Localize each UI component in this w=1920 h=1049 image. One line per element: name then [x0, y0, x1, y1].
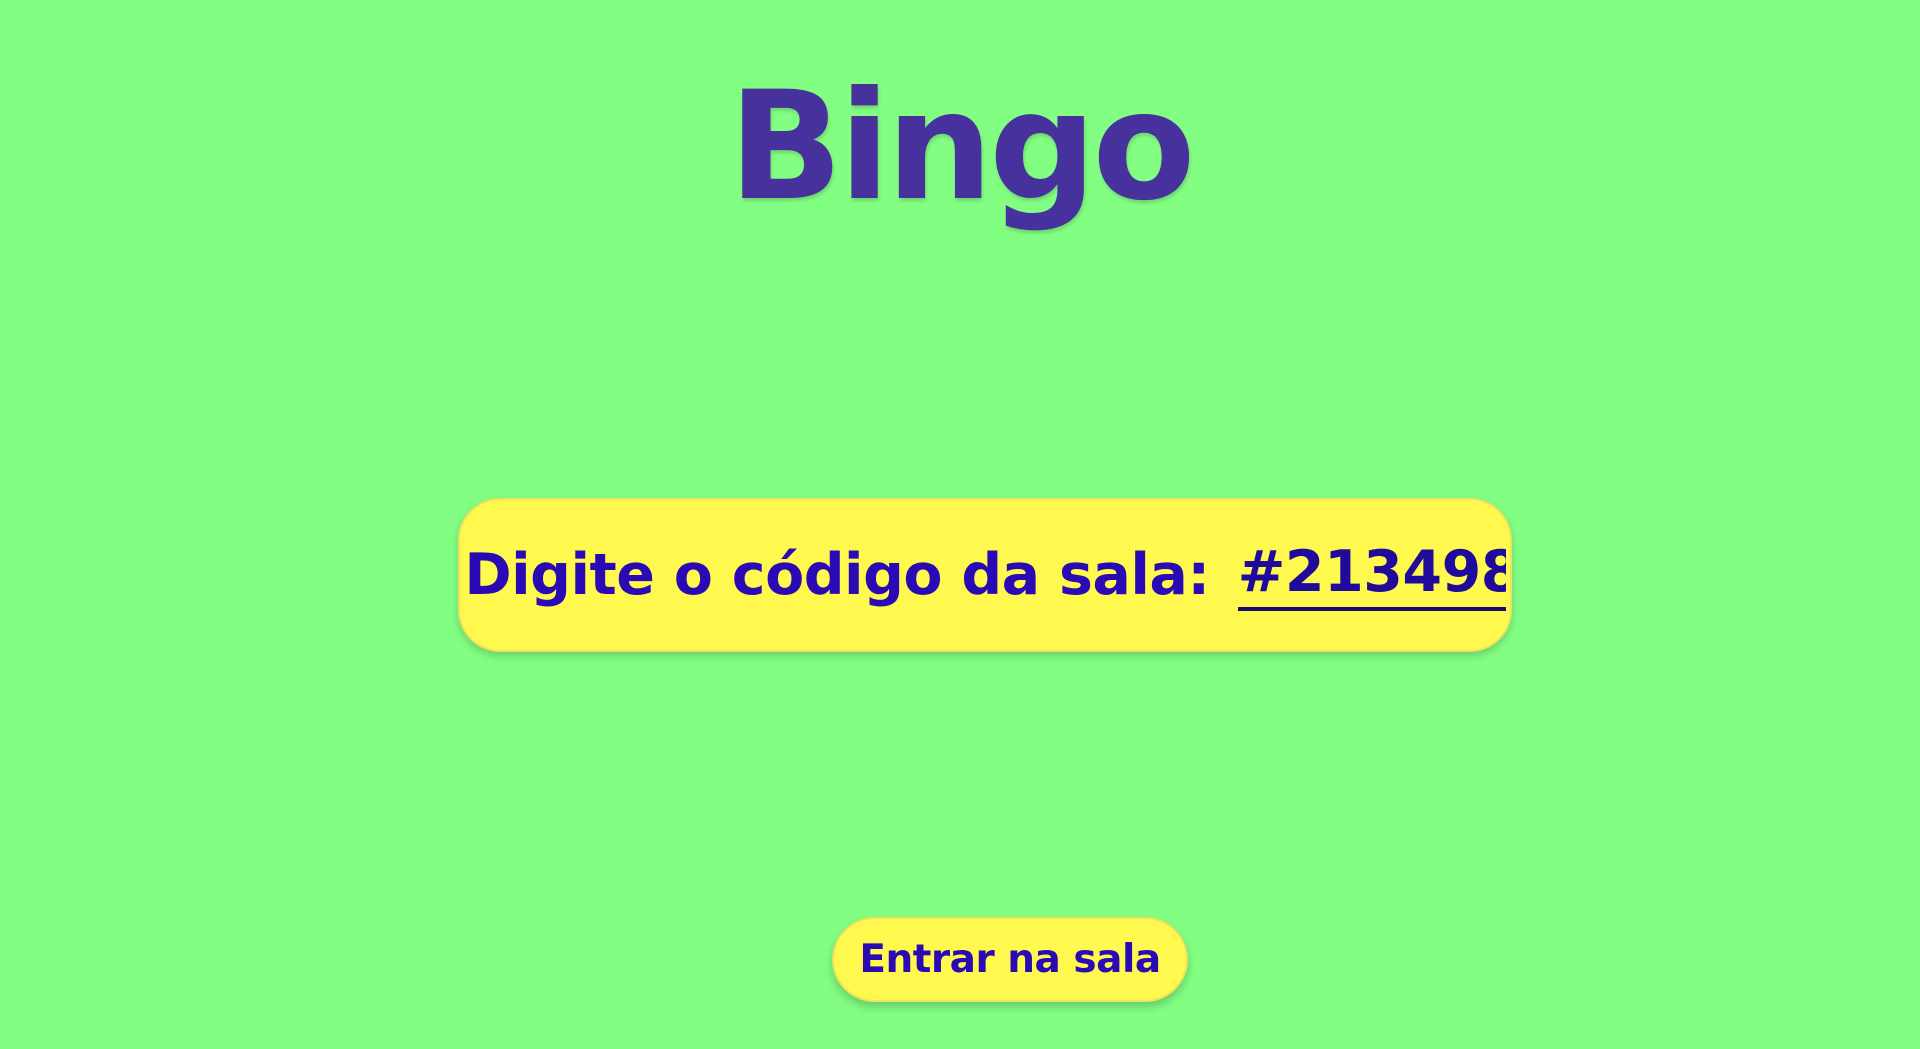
app-title: Bingo: [728, 60, 1196, 234]
enter-room-button[interactable]: Entrar na sala: [832, 917, 1188, 1002]
room-code-panel: Digite o código da sala:: [458, 498, 1512, 652]
room-code-input[interactable]: [1237, 539, 1506, 611]
room-code-label: Digite o código da sala:: [464, 542, 1210, 608]
